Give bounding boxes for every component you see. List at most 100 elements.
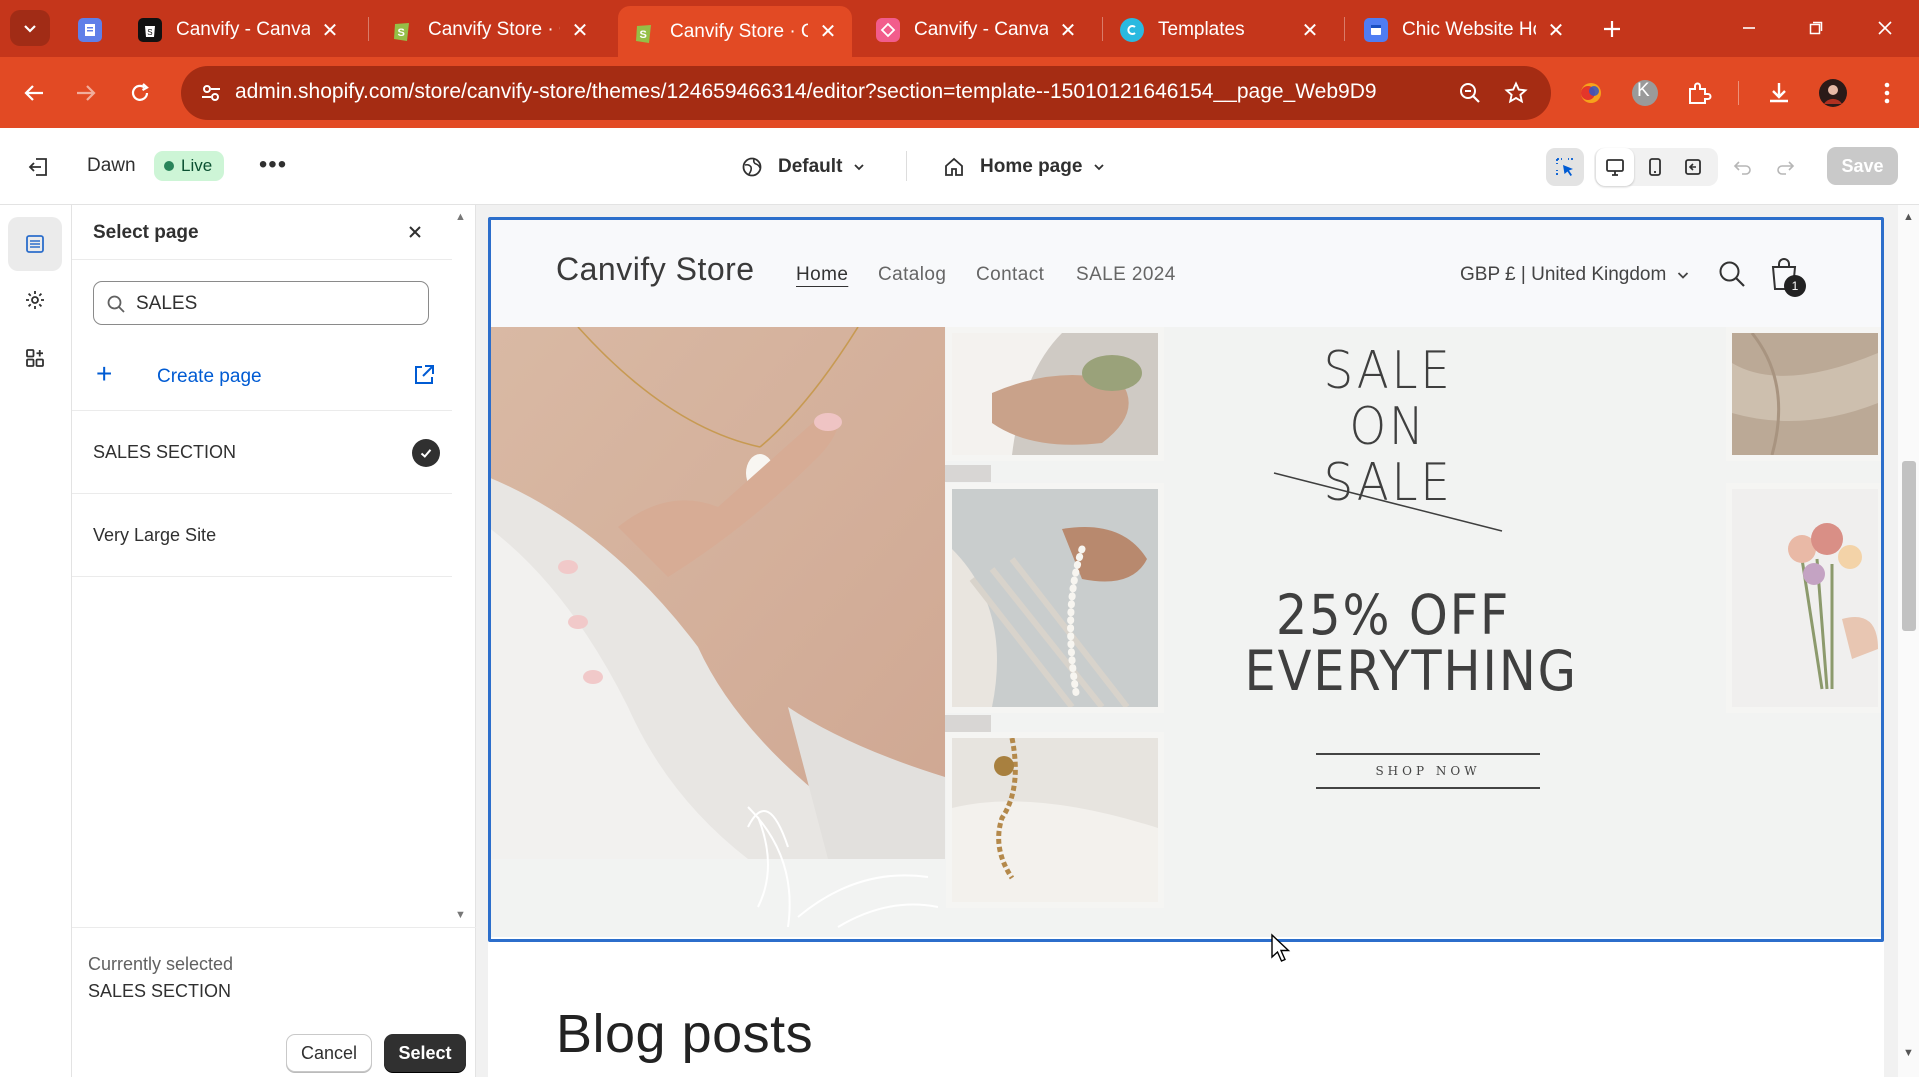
currently-selected-label: Currently selected	[88, 954, 234, 974]
fullscreen-view-button[interactable]	[1674, 148, 1712, 186]
nav-link-sale-2024[interactable]: SALE 2024	[1076, 264, 1176, 286]
scrollbar-thumb[interactable]	[1902, 461, 1916, 631]
template-dropdown[interactable]: Default	[738, 150, 868, 184]
tab-close-icon[interactable]: ✕	[320, 18, 340, 43]
tab-close-icon[interactable]: ✕	[818, 19, 838, 44]
browser-tab-5[interactable]: Templates ✕	[1106, 8, 1334, 52]
profile-initial: K	[1637, 80, 1650, 101]
user-avatar[interactable]	[1816, 76, 1850, 110]
theme-settings-button[interactable]	[8, 273, 62, 327]
tab-close-icon[interactable]: ✕	[1058, 18, 1078, 43]
minimize-button[interactable]	[1726, 10, 1772, 46]
create-page-link[interactable]: Create page	[157, 366, 262, 388]
scroll-down-arrow-icon[interactable]: ▼	[1903, 1047, 1914, 1059]
restore-button[interactable]	[1793, 10, 1839, 46]
browser-tab-1[interactable]: S Canvify - Canva P ✕	[124, 8, 354, 52]
chevron-down-icon	[24, 25, 36, 33]
currency-selector[interactable]: GBP £ | United Kingdom	[1460, 264, 1690, 286]
forward-button[interactable]	[66, 73, 106, 113]
gear-icon	[26, 291, 44, 309]
tab-close-icon[interactable]: ✕	[1300, 18, 1320, 43]
tab-search-button[interactable]	[10, 10, 50, 46]
extensions-puzzle-icon[interactable]	[1682, 76, 1716, 110]
search-icon	[107, 295, 125, 313]
url-text: admin.shopify.com/store/canvify-store/th…	[235, 80, 1377, 103]
tab-title: Canvify - Canva t	[914, 19, 1048, 40]
svg-text:S: S	[147, 28, 152, 37]
select-button[interactable]: Select	[384, 1034, 466, 1072]
tab-title: Canvify Store · Cu	[670, 20, 808, 42]
close-icon	[1878, 21, 1892, 35]
scroll-up-arrow-icon[interactable]: ▲	[1903, 211, 1914, 223]
nav-link-home[interactable]: Home	[796, 264, 848, 286]
close-panel-button[interactable]	[402, 219, 428, 245]
browser-menu-icon[interactable]	[1870, 76, 1904, 110]
cart-button[interactable]: 1	[1769, 255, 1806, 297]
exit-icon	[28, 158, 47, 176]
cart-count-badge: 1	[1784, 275, 1806, 297]
page-dropdown[interactable]: Home page	[940, 150, 1108, 184]
blog-posts-heading: Blog posts	[556, 1004, 814, 1064]
globe-icon	[738, 153, 766, 181]
gold-chain-photo	[946, 732, 1164, 908]
preview-scrollbar[interactable]: ▲ ▼	[1898, 205, 1919, 1077]
shopify-icon: S	[390, 18, 414, 42]
page-option-sales-section[interactable]: SALES SECTION	[72, 412, 452, 494]
more-actions-button[interactable]: •••	[258, 150, 288, 180]
browser-tab-2[interactable]: S Canvify Store · Ca ✕	[376, 8, 604, 52]
browser-tab-strip: S Canvify - Canva P ✕ S Canvify Store · …	[0, 0, 1919, 57]
inspector-button[interactable]	[1546, 148, 1584, 186]
cancel-button[interactable]: Cancel	[286, 1034, 372, 1072]
downloads-icon[interactable]	[1762, 76, 1796, 110]
page-option-very-large-site[interactable]: Very Large Site	[72, 495, 452, 577]
zoom-icon[interactable]	[1456, 79, 1484, 107]
mobile-view-button[interactable]	[1636, 148, 1674, 186]
browser-tab-4[interactable]: Canvify - Canva t ✕	[862, 8, 1092, 52]
scroll-down-arrow-icon[interactable]: ▼	[455, 909, 469, 921]
save-button[interactable]: Save	[1827, 147, 1898, 185]
search-icon[interactable]	[1717, 259, 1747, 289]
sale-section[interactable]: SALE ON SALE 25% OFF EVERYTHING SHOP NOW	[488, 327, 1884, 937]
back-button[interactable]	[14, 73, 54, 113]
browser-tab-3[interactable]: S Canvify Store · Cu ✕	[618, 6, 852, 57]
docs-icon	[1364, 18, 1388, 42]
tab-close-icon[interactable]: ✕	[570, 18, 590, 43]
tab-close-icon[interactable]: ✕	[1546, 18, 1566, 43]
svg-text:S: S	[640, 29, 647, 41]
extension-icon[interactable]	[1574, 76, 1608, 110]
undo-button[interactable]	[1724, 148, 1762, 186]
profile-avatar[interactable]: K	[1628, 76, 1662, 110]
site-info-icon[interactable]	[195, 77, 227, 109]
nav-link-contact[interactable]: Contact	[976, 264, 1044, 286]
redo-button[interactable]	[1766, 148, 1804, 186]
flower-bouquet-photo	[1726, 483, 1884, 713]
header-separator	[906, 151, 907, 181]
offer-heading: 25% OFF EVERYTHING	[1245, 583, 1577, 699]
browser-toolbar: admin.shopify.com/store/canvify-store/th…	[0, 57, 1919, 128]
theme-name: Dawn	[87, 155, 136, 176]
browser-tab-6[interactable]: Chic Website Hor ✕	[1350, 8, 1580, 52]
reload-icon	[131, 83, 149, 101]
template-dropdown-label: Default	[778, 156, 843, 177]
store-logo-text[interactable]: Canvify Store	[556, 251, 755, 288]
apps-button[interactable]	[8, 331, 62, 385]
create-page-row[interactable]: + Create page	[72, 345, 452, 411]
tab-separator	[1344, 17, 1345, 41]
store-header[interactable]: Canvify Store Home Catalog Contact SALE …	[488, 217, 1884, 327]
exit-editor-button[interactable]	[24, 152, 54, 182]
external-link-icon[interactable]	[412, 363, 436, 387]
reload-button[interactable]	[120, 73, 160, 113]
page-search-input[interactable]: SALES	[93, 281, 429, 325]
shop-now-button[interactable]: SHOP NOW	[1316, 753, 1540, 789]
address-bar[interactable]: admin.shopify.com/store/canvify-store/th…	[181, 66, 1551, 120]
bookmark-star-icon[interactable]	[1502, 79, 1530, 107]
nav-link-catalog[interactable]: Catalog	[878, 264, 946, 286]
desktop-view-button[interactable]	[1596, 148, 1634, 186]
close-window-button[interactable]	[1862, 10, 1908, 46]
chevron-down-icon	[1092, 159, 1108, 175]
page-option-label: Very Large Site	[93, 525, 217, 545]
offer-line-1: 25% OFF	[1275, 583, 1511, 647]
sections-button[interactable]	[8, 217, 62, 271]
scroll-up-arrow-icon[interactable]: ▲	[455, 211, 469, 223]
new-tab-button[interactable]	[1595, 12, 1629, 46]
